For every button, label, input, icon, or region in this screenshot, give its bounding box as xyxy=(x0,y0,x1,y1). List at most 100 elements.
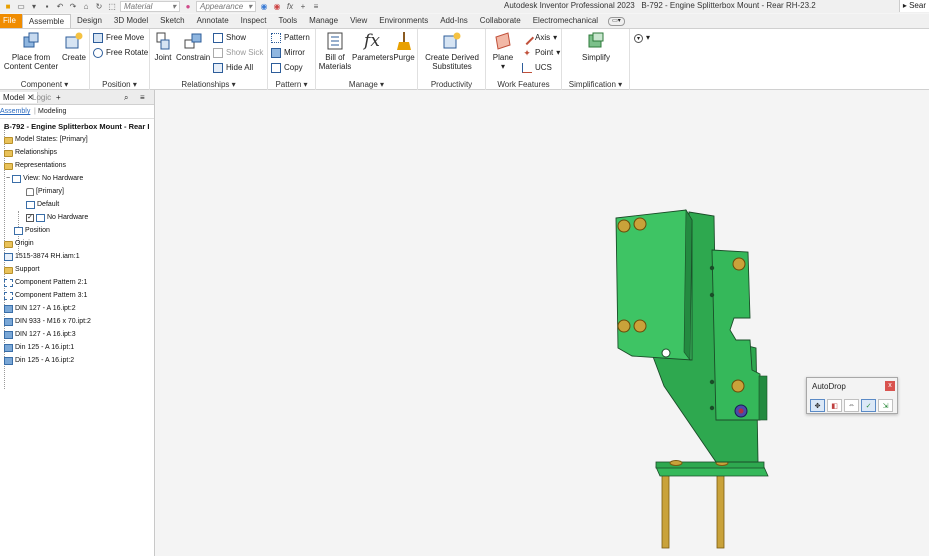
hide-all-button[interactable]: Hide All xyxy=(213,63,253,73)
panel-title-position[interactable]: Position ▾ xyxy=(90,80,149,89)
tab-tools[interactable]: Tools xyxy=(272,14,303,28)
free-move-button[interactable]: Free Move xyxy=(93,33,144,43)
autodrop-insert-icon[interactable]: ⇔ xyxy=(844,399,859,412)
tab-collaborate[interactable]: Collaborate xyxy=(474,14,527,28)
tree-item-origin[interactable]: Origin xyxy=(4,239,34,249)
copy-button[interactable]: Copy xyxy=(271,63,303,73)
undo-icon[interactable]: ↶ xyxy=(55,2,65,11)
ucs-button[interactable]: UCS xyxy=(522,63,552,73)
create-derived-substitutes-button[interactable]: Create Derived Substitutes xyxy=(420,31,484,71)
tree-item-din127-3[interactable]: DIN 127 - A 16.ipt:3 xyxy=(4,330,76,340)
panel-title-component[interactable]: Component ▾ xyxy=(0,80,89,89)
tree-root[interactable]: B-792 - Engine Splitterbox Mount - Rear … xyxy=(4,122,149,132)
tree-item-default[interactable]: Default xyxy=(26,200,59,210)
clear-appearance-icon[interactable]: ◉ xyxy=(272,2,282,11)
autodrop-done-icon[interactable]: ⇲ xyxy=(878,399,893,412)
browser-tab-logic[interactable]: Logic xyxy=(32,92,51,103)
home-icon[interactable]: ⌂ xyxy=(81,2,91,11)
autodrop-buttons: ✥ ◧ ⇔ ✓ ⇲ xyxy=(810,399,893,412)
open-icon[interactable]: ▾ xyxy=(29,2,39,11)
appearance-dropdown[interactable]: Appearance ▾ xyxy=(196,1,256,12)
panel-title-pattern[interactable]: Pattern ▾ xyxy=(268,80,315,89)
ribbon-display-toggle[interactable]: ▭▾ xyxy=(608,14,625,28)
new-icon[interactable]: ▭ xyxy=(16,2,26,11)
plane-icon xyxy=(495,32,511,50)
bill-of-materials-button[interactable]: Bill of Materials xyxy=(318,31,352,71)
save-icon[interactable]: ▪ xyxy=(42,2,52,11)
tab-inspect[interactable]: Inspect xyxy=(235,14,273,28)
tab-electromechanical[interactable]: Electromechanical xyxy=(527,14,604,28)
panel-title-relationships[interactable]: Relationships ▾ xyxy=(150,80,267,89)
tree-item-component-pattern-3[interactable]: Component Pattern 3:1 xyxy=(4,291,87,301)
autodrop-title: AutoDrop xyxy=(812,382,846,391)
help-search[interactable]: ▸ Sear xyxy=(898,0,929,12)
place-from-content-center-button[interactable]: Place from Content Center xyxy=(2,31,60,71)
subtab-modeling[interactable]: Modeling xyxy=(38,107,66,117)
axis-button[interactable]: Axis ▾ xyxy=(519,30,557,46)
tree-item-din933[interactable]: DIN 933 - M16 x 70.ipt:2 xyxy=(4,317,91,327)
constrain-button[interactable]: Constrain xyxy=(176,31,210,62)
point-button[interactable]: ✦ Point ▾ xyxy=(522,48,560,58)
joint-label: Joint xyxy=(154,53,172,62)
plane-button[interactable]: Plane ▾ xyxy=(488,31,518,71)
fx-icon[interactable]: fx xyxy=(285,2,295,11)
add-tab-icon[interactable]: + xyxy=(56,92,61,103)
tab-design[interactable]: Design xyxy=(71,14,108,28)
assembly-model[interactable] xyxy=(156,90,929,556)
tree-item-din127-2[interactable]: DIN 127 - A 16.ipt:2 xyxy=(4,304,76,314)
collapse-icon[interactable]: − xyxy=(6,174,10,184)
tab-add-ins[interactable]: Add-Ins xyxy=(434,14,474,28)
tree-item-support[interactable]: Support xyxy=(4,265,40,275)
show-button[interactable]: Show xyxy=(213,33,246,43)
parameters-button[interactable]: fx Parameters xyxy=(352,31,393,62)
tab-file[interactable]: File xyxy=(0,14,22,28)
show-sick-button[interactable]: Show Sick xyxy=(213,48,263,58)
autodrop-drag-icon[interactable]: ✥ xyxy=(810,399,825,412)
plus-icon[interactable]: + xyxy=(298,2,308,11)
tree-item-view[interactable]: − View: No Hardware xyxy=(6,174,83,184)
customize-icon[interactable]: ≡ xyxy=(311,2,321,11)
mirror-button[interactable]: Mirror xyxy=(271,48,305,58)
joint-button[interactable]: Joint xyxy=(152,31,174,62)
tree-item-representations[interactable]: Representations xyxy=(4,161,66,171)
autodrop-size-icon[interactable]: ◧ xyxy=(827,399,842,412)
material-dropdown[interactable]: Material ▾ xyxy=(120,1,180,12)
panel-title-simplification[interactable]: Simplification ▾ xyxy=(562,80,629,89)
tab-manage[interactable]: Manage xyxy=(303,14,344,28)
tab-annotate[interactable]: Annotate xyxy=(191,14,235,28)
tree-item-model-states[interactable]: Model States: [Primary] xyxy=(4,135,88,145)
create-component-button[interactable]: Create xyxy=(60,31,88,62)
pattern-button[interactable]: Pattern xyxy=(271,33,310,43)
tree-item-din125-1[interactable]: Din 125 - A 16.ipt:1 xyxy=(4,343,74,353)
tab-3d-model[interactable]: 3D Model xyxy=(108,14,154,28)
tree-item-position[interactable]: Position xyxy=(14,226,50,236)
fx-icon: fx xyxy=(364,31,380,51)
window-title: Autodesk Inventor Professional 2023 B-79… xyxy=(504,1,816,10)
tree-item-relationships[interactable]: Relationships xyxy=(4,148,57,158)
select-icon[interactable]: ⬚ xyxy=(107,2,117,11)
close-icon[interactable]: x xyxy=(885,381,895,391)
autodrop-apply-icon[interactable]: ✓ xyxy=(861,399,876,412)
simplify-button[interactable]: Simplify xyxy=(570,31,622,62)
free-rotate-button[interactable]: Free Rotate xyxy=(93,48,148,58)
tree-item-primary[interactable]: [Primary] xyxy=(26,187,64,197)
menu-icon[interactable]: ≡ xyxy=(140,92,145,103)
tree-item-subassembly[interactable]: 1515-3874 RH.iam:1 xyxy=(4,252,80,262)
tab-environments[interactable]: Environments xyxy=(373,14,434,28)
redo-icon[interactable]: ↷ xyxy=(68,2,78,11)
tree-item-component-pattern-2[interactable]: Component Pattern 2:1 xyxy=(4,278,87,288)
ribbon-options-button[interactable]: ▾ ▾ xyxy=(634,33,650,43)
graphics-viewport[interactable] xyxy=(156,90,929,556)
app-menu-icon[interactable]: ■ xyxy=(3,2,13,11)
panel-title-manage[interactable]: Manage ▾ xyxy=(316,80,417,89)
search-icon[interactable]: ⌕ xyxy=(124,92,128,103)
tab-sketch[interactable]: Sketch xyxy=(154,14,190,28)
tree-item-no-hardware[interactable]: ✓ No Hardware xyxy=(26,213,88,223)
tab-view[interactable]: View xyxy=(344,14,373,28)
update-icon[interactable]: ↻ xyxy=(94,2,104,11)
purge-button[interactable]: Purge xyxy=(392,31,416,62)
adjust-icon[interactable]: ◉ xyxy=(259,2,269,11)
subtab-assembly[interactable]: Assembly xyxy=(0,107,30,117)
tab-assemble[interactable]: Assemble xyxy=(21,14,72,28)
tree-item-din125-2[interactable]: Din 125 - A 16.ipt:2 xyxy=(4,356,74,366)
